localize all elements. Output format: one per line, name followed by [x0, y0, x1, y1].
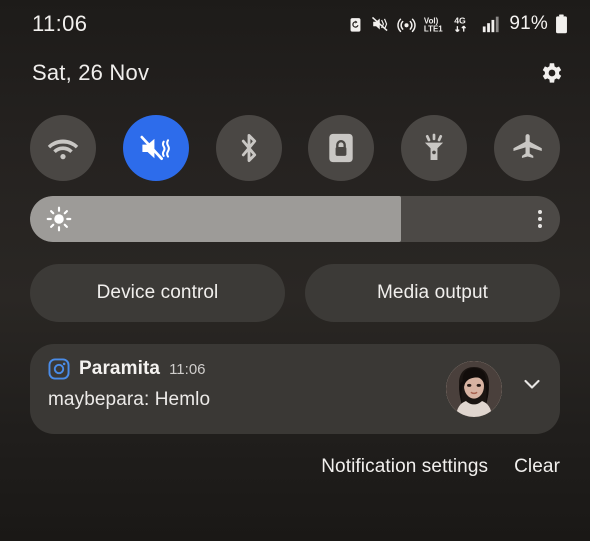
- svg-text:4G: 4G: [455, 15, 467, 25]
- notification-card[interactable]: Paramita 11:06 maybepara: Hemlo: [30, 344, 560, 434]
- instagram-icon: [48, 358, 70, 380]
- network-4g-icon: 4G: [454, 15, 475, 34]
- notification-app-name: Paramita: [79, 358, 161, 379]
- quick-settings-panel: 11:06 Vol) LTE1 4G 91% Sat, 26 Nov Devic…: [0, 0, 590, 541]
- device-control-button[interactable]: Device control: [30, 264, 285, 322]
- clear-button[interactable]: Clear: [514, 456, 560, 478]
- notification-time: 11:06: [169, 360, 206, 378]
- brightness-slider-fill: [30, 196, 401, 242]
- toggle-bluetooth[interactable]: [215, 115, 282, 181]
- toggle-airplane-mode[interactable]: [493, 115, 560, 181]
- shortcut-row: Device control Media output: [0, 242, 590, 322]
- toggle-wifi[interactable]: [30, 115, 96, 181]
- overflow-menu-icon[interactable]: [538, 210, 542, 228]
- battery-icon: [555, 14, 568, 34]
- contact-avatar: [446, 361, 502, 417]
- date-label: Sat, 26 Nov: [32, 60, 150, 85]
- notification-settings-button[interactable]: Notification settings: [321, 456, 488, 478]
- toggle-flashlight[interactable]: [401, 115, 468, 181]
- status-bar: 11:06 Vol) LTE1 4G 91%: [0, 0, 590, 48]
- status-icon-tray: Vol) LTE1 4G 91%: [347, 13, 568, 35]
- notification-section: Paramita 11:06 maybepara: Hemlo: [0, 322, 590, 434]
- brightness-section: [0, 190, 590, 242]
- battery-percent-label: 91%: [509, 13, 548, 34]
- hotspot-icon: [397, 15, 417, 34]
- status-clock: 11:06: [32, 11, 88, 36]
- brightness-slider[interactable]: [30, 196, 560, 242]
- quick-toggle-row: [0, 98, 590, 190]
- gear-icon[interactable]: [536, 58, 566, 88]
- chevron-down-icon[interactable]: [518, 370, 546, 398]
- brightness-sun-icon: [46, 206, 72, 232]
- media-output-button[interactable]: Media output: [305, 264, 560, 322]
- toggle-auto-rotate[interactable]: [308, 115, 375, 181]
- svg-text:LTE1: LTE1: [424, 24, 443, 33]
- notification-footer: Notification settings Clear: [0, 434, 590, 478]
- power-saving-icon: [347, 15, 364, 34]
- date-row: Sat, 26 Nov: [0, 48, 590, 98]
- toggle-sound-mute[interactable]: [122, 115, 189, 181]
- volte-icon: Vol) LTE1: [423, 15, 447, 34]
- mute-vibrate-icon: [371, 15, 390, 33]
- signal-bars-icon: [482, 15, 500, 33]
